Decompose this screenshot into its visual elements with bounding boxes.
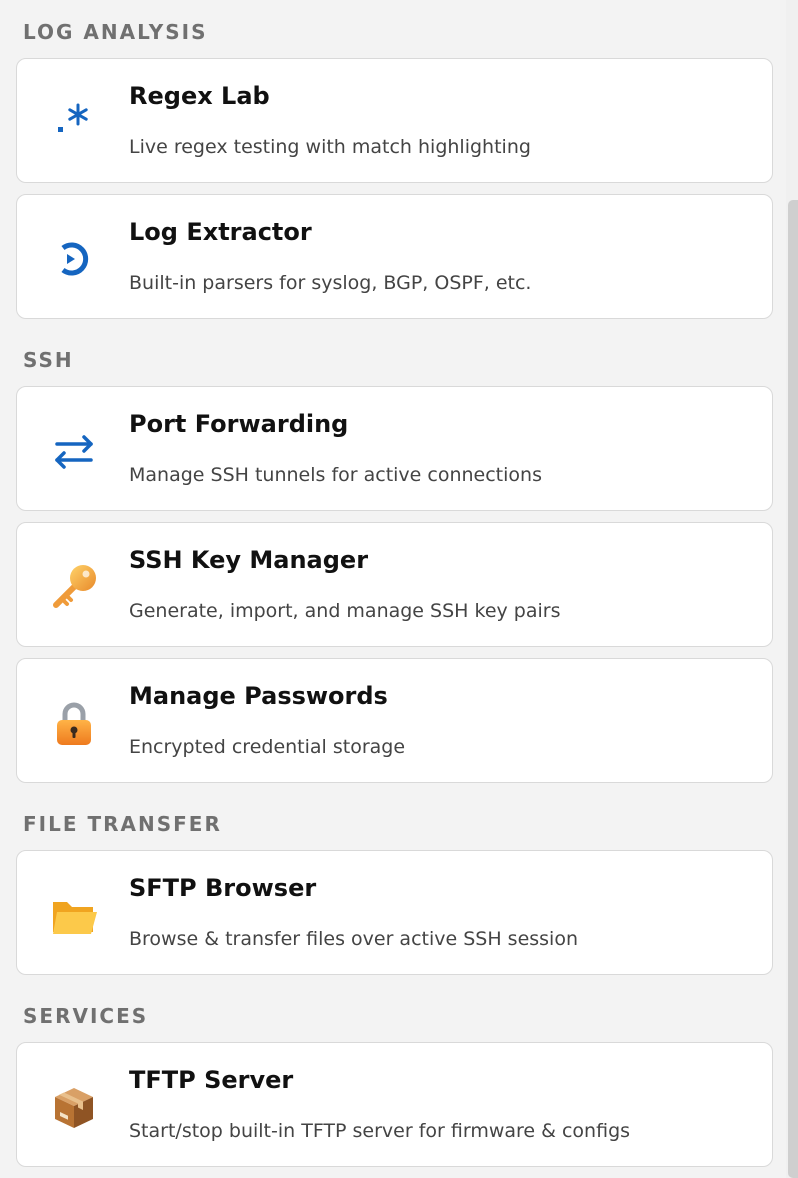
tools-panel: LOG ANALYSIS Regex Lab Live regex testin…: [0, 0, 798, 1178]
tool-card-manage-passwords[interactable]: Manage Passwords Encrypted credential st…: [16, 658, 773, 783]
section-header-log-analysis: LOG ANALYSIS: [23, 20, 208, 44]
tool-card-title: Port Forwarding: [129, 410, 349, 438]
tool-card-ssh-key-manager[interactable]: SSH Key Manager Generate, import, and ma…: [16, 522, 773, 647]
tool-card-title: Regex Lab: [129, 82, 270, 110]
tool-card-title: Log Extractor: [129, 218, 312, 246]
tool-card-description: Manage SSH tunnels for active connection…: [129, 464, 542, 486]
tool-card-title: SSH Key Manager: [129, 546, 369, 574]
key-icon: [47, 560, 101, 614]
scrollbar-thumb[interactable]: [788, 200, 798, 1178]
tool-card-description: Start/stop built-in TFTP server for firm…: [129, 1120, 631, 1142]
tool-card-regex-lab[interactable]: Regex Lab Live regex testing with match …: [16, 58, 773, 183]
tool-card-sftp-browser[interactable]: SFTP Browser Browse & transfer files ove…: [16, 850, 773, 975]
folder-icon: [47, 888, 101, 942]
package-icon: [47, 1080, 101, 1134]
section-header-services: SERVICES: [23, 1004, 149, 1028]
padlock-icon: [47, 696, 101, 750]
regex-icon: [47, 96, 101, 150]
tool-card-description: Encrypted credential storage: [129, 736, 406, 758]
tool-card-port-forwarding[interactable]: Port Forwarding Manage SSH tunnels for a…: [16, 386, 773, 511]
tool-card-log-extractor[interactable]: Log Extractor Built-in parsers for syslo…: [16, 194, 773, 319]
section-header-file-transfer: FILE TRANSFER: [23, 812, 222, 836]
swap-arrows-icon: [47, 424, 101, 478]
tool-card-title: Manage Passwords: [129, 682, 388, 710]
tool-card-description: Live regex testing with match highlighti…: [129, 136, 531, 158]
tool-card-description: Built-in parsers for syslog, BGP, OSPF, …: [129, 272, 532, 294]
log-extract-icon: [47, 232, 101, 286]
section-header-ssh: SSH: [23, 348, 74, 372]
tools-list: LOG ANALYSIS Regex Lab Live regex testin…: [0, 0, 786, 1178]
tool-card-title: TFTP Server: [129, 1066, 294, 1094]
tool-card-title: SFTP Browser: [129, 874, 317, 902]
tool-card-description: Generate, import, and manage SSH key pai…: [129, 600, 561, 622]
tool-card-tftp-server[interactable]: TFTP Server Start/stop built-in TFTP ser…: [16, 1042, 773, 1167]
tool-card-description: Browse & transfer files over active SSH …: [129, 928, 579, 950]
